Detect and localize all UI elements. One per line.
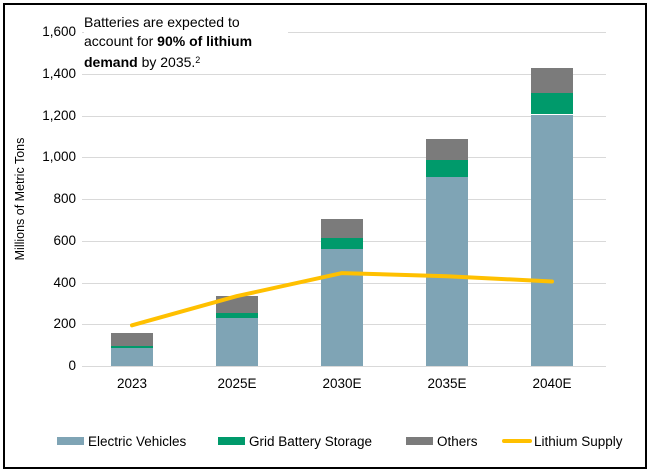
legend-label: Grid Battery Storage: [249, 433, 373, 449]
annotation-footnote-marker: 2: [195, 55, 201, 65]
legend-color-swatch: [57, 437, 84, 445]
annotation-text-normal-2: by 2035.: [137, 54, 196, 70]
legend-label: Lithium Supply: [534, 433, 623, 449]
legend-label: Electric Vehicles: [88, 433, 187, 449]
legend-color-swatch: [218, 437, 245, 445]
legend: Electric Vehicles Grid Battery Storage Oth…: [0, 433, 650, 451]
legend-color-swatch: [406, 437, 433, 445]
chart-annotation: Batteries are expected to account for 90…: [84, 13, 288, 72]
legend-line-swatch: [502, 439, 532, 443]
legend-item-grid-battery-storage: Grid Battery Storage: [218, 433, 372, 449]
supply-line-path: [130, 271, 554, 328]
legend-item-lithium-supply: Lithium Supply: [502, 433, 623, 449]
chart-figure: 0 200 400 600 800 1,000 1,200 1,400 1,600 2023 202…: [0, 0, 650, 472]
legend-item-electric-vehicles: Electric Vehicles: [57, 433, 186, 449]
legend-item-others: Others: [406, 433, 478, 449]
legend-label: Others: [437, 433, 478, 449]
